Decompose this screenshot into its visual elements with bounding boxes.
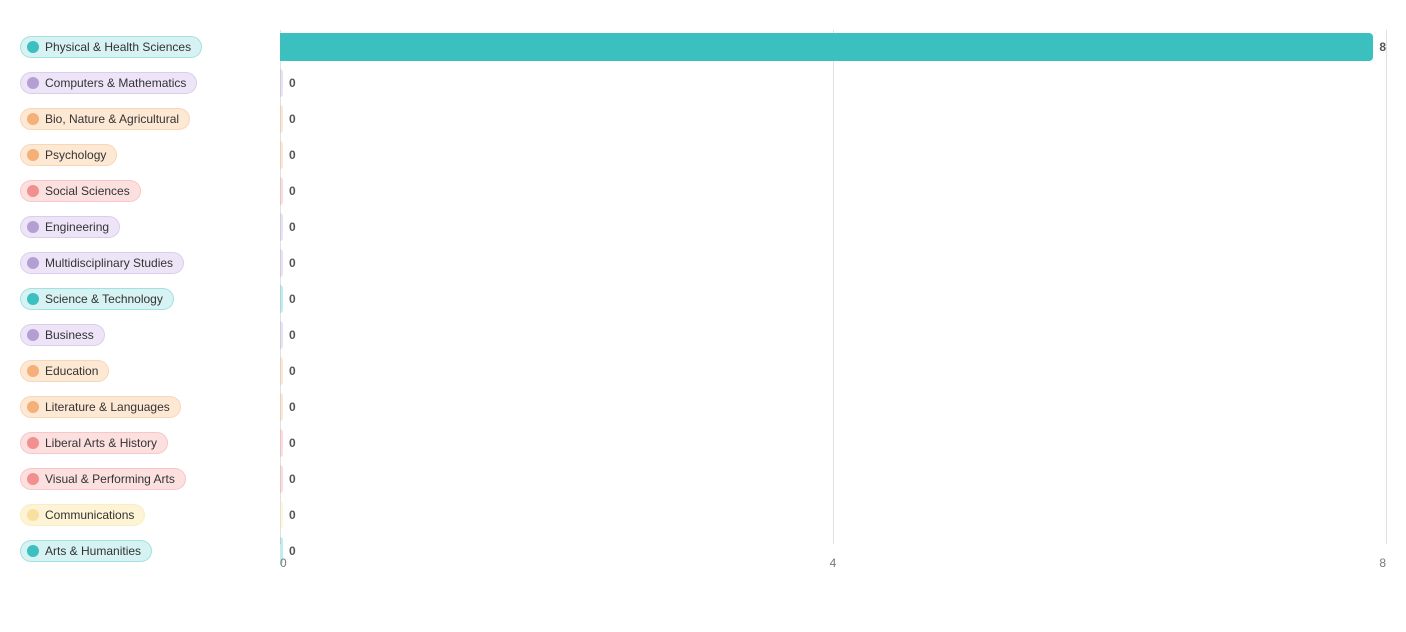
bar-value: 0 — [289, 400, 296, 414]
bar-fill — [280, 69, 283, 97]
pill-color-dot — [27, 437, 39, 449]
bar-fill — [280, 321, 283, 349]
pill-color-dot — [27, 185, 39, 197]
bar-fill — [280, 501, 283, 529]
x-axis-label: 0 — [280, 556, 287, 570]
bar-fill — [280, 357, 283, 385]
bar-label: Education — [45, 364, 98, 378]
bar-label: Science & Technology — [45, 292, 163, 306]
bar-value: 0 — [289, 436, 296, 450]
bar-label: Social Sciences — [45, 184, 130, 198]
bar-value: 0 — [289, 364, 296, 378]
chart-body: Physical & Health Sciences 8 Computers & M… — [20, 30, 1386, 570]
bar-fill — [280, 177, 283, 205]
pill-color-dot — [27, 329, 39, 341]
bar-label: Literature & Languages — [45, 400, 170, 414]
bar-value: 0 — [289, 220, 296, 234]
pill-color-dot — [27, 221, 39, 233]
bar-fill — [280, 33, 1373, 61]
pill-color-dot — [27, 113, 39, 125]
bar-row: Social Sciences 0 — [20, 174, 1386, 208]
bar-row: Engineering 0 — [20, 210, 1386, 244]
bar-row: Literature & Languages 0 — [20, 390, 1386, 424]
bar-value: 0 — [289, 472, 296, 486]
bar-row: Education 0 — [20, 354, 1386, 388]
bars-area: Physical & Health Sciences 8 Computers & M… — [20, 30, 1386, 570]
grid-line — [1386, 30, 1387, 544]
bar-value: 0 — [289, 184, 296, 198]
bar-row: Business 0 — [20, 318, 1386, 352]
pill-color-dot — [27, 545, 39, 557]
bar-fill — [280, 465, 283, 493]
bar-row: Liberal Arts & History 0 — [20, 426, 1386, 460]
bar-value: 0 — [289, 292, 296, 306]
pill-color-dot — [27, 401, 39, 413]
bar-value: 0 — [289, 256, 296, 270]
pill-color-dot — [27, 257, 39, 269]
bar-value: 0 — [289, 112, 296, 126]
bar-label: Psychology — [45, 148, 106, 162]
bar-label: Liberal Arts & History — [45, 436, 157, 450]
bar-fill — [280, 213, 283, 241]
bar-label: Arts & Humanities — [45, 544, 141, 558]
bar-value: 8 — [1379, 40, 1386, 54]
pill-color-dot — [27, 77, 39, 89]
bar-label: Engineering — [45, 220, 109, 234]
bar-fill — [280, 393, 283, 421]
pill-color-dot — [27, 41, 39, 53]
x-axis-label: 8 — [1379, 556, 1386, 570]
bar-label: Business — [45, 328, 94, 342]
bar-fill — [280, 249, 283, 277]
pill-color-dot — [27, 149, 39, 161]
x-axis-label: 4 — [830, 556, 837, 570]
bar-row: Bio, Nature & Agricultural 0 — [20, 102, 1386, 136]
pill-color-dot — [27, 293, 39, 305]
bar-fill — [280, 285, 283, 313]
bar-value: 0 — [289, 328, 296, 342]
bar-label: Communications — [45, 508, 134, 522]
x-axis: 0 4 8 — [280, 556, 1386, 570]
chart-container: Physical & Health Sciences 8 Computers & M… — [0, 0, 1406, 632]
bar-row: Physical & Health Sciences 8 — [20, 30, 1386, 64]
bar-row: Visual & Performing Arts 0 — [20, 462, 1386, 496]
bar-label: Visual & Performing Arts — [45, 472, 175, 486]
bar-label: Bio, Nature & Agricultural — [45, 112, 179, 126]
pill-color-dot — [27, 365, 39, 377]
bar-row: Psychology 0 — [20, 138, 1386, 172]
bar-value: 0 — [289, 508, 296, 522]
bar-row: Communications 0 — [20, 498, 1386, 532]
bar-fill — [280, 105, 283, 133]
bar-row: Multidisciplinary Studies 0 — [20, 246, 1386, 280]
pill-color-dot — [27, 473, 39, 485]
bar-row: Computers & Mathematics 0 — [20, 66, 1386, 100]
bar-row: Science & Technology 0 — [20, 282, 1386, 316]
bar-label: Multidisciplinary Studies — [45, 256, 173, 270]
bar-value: 0 — [289, 76, 296, 90]
bar-label: Computers & Mathematics — [45, 76, 186, 90]
pill-color-dot — [27, 509, 39, 521]
bar-label: Physical & Health Sciences — [45, 40, 191, 54]
bar-fill — [280, 141, 283, 169]
bar-value: 0 — [289, 148, 296, 162]
bar-fill — [280, 429, 283, 457]
